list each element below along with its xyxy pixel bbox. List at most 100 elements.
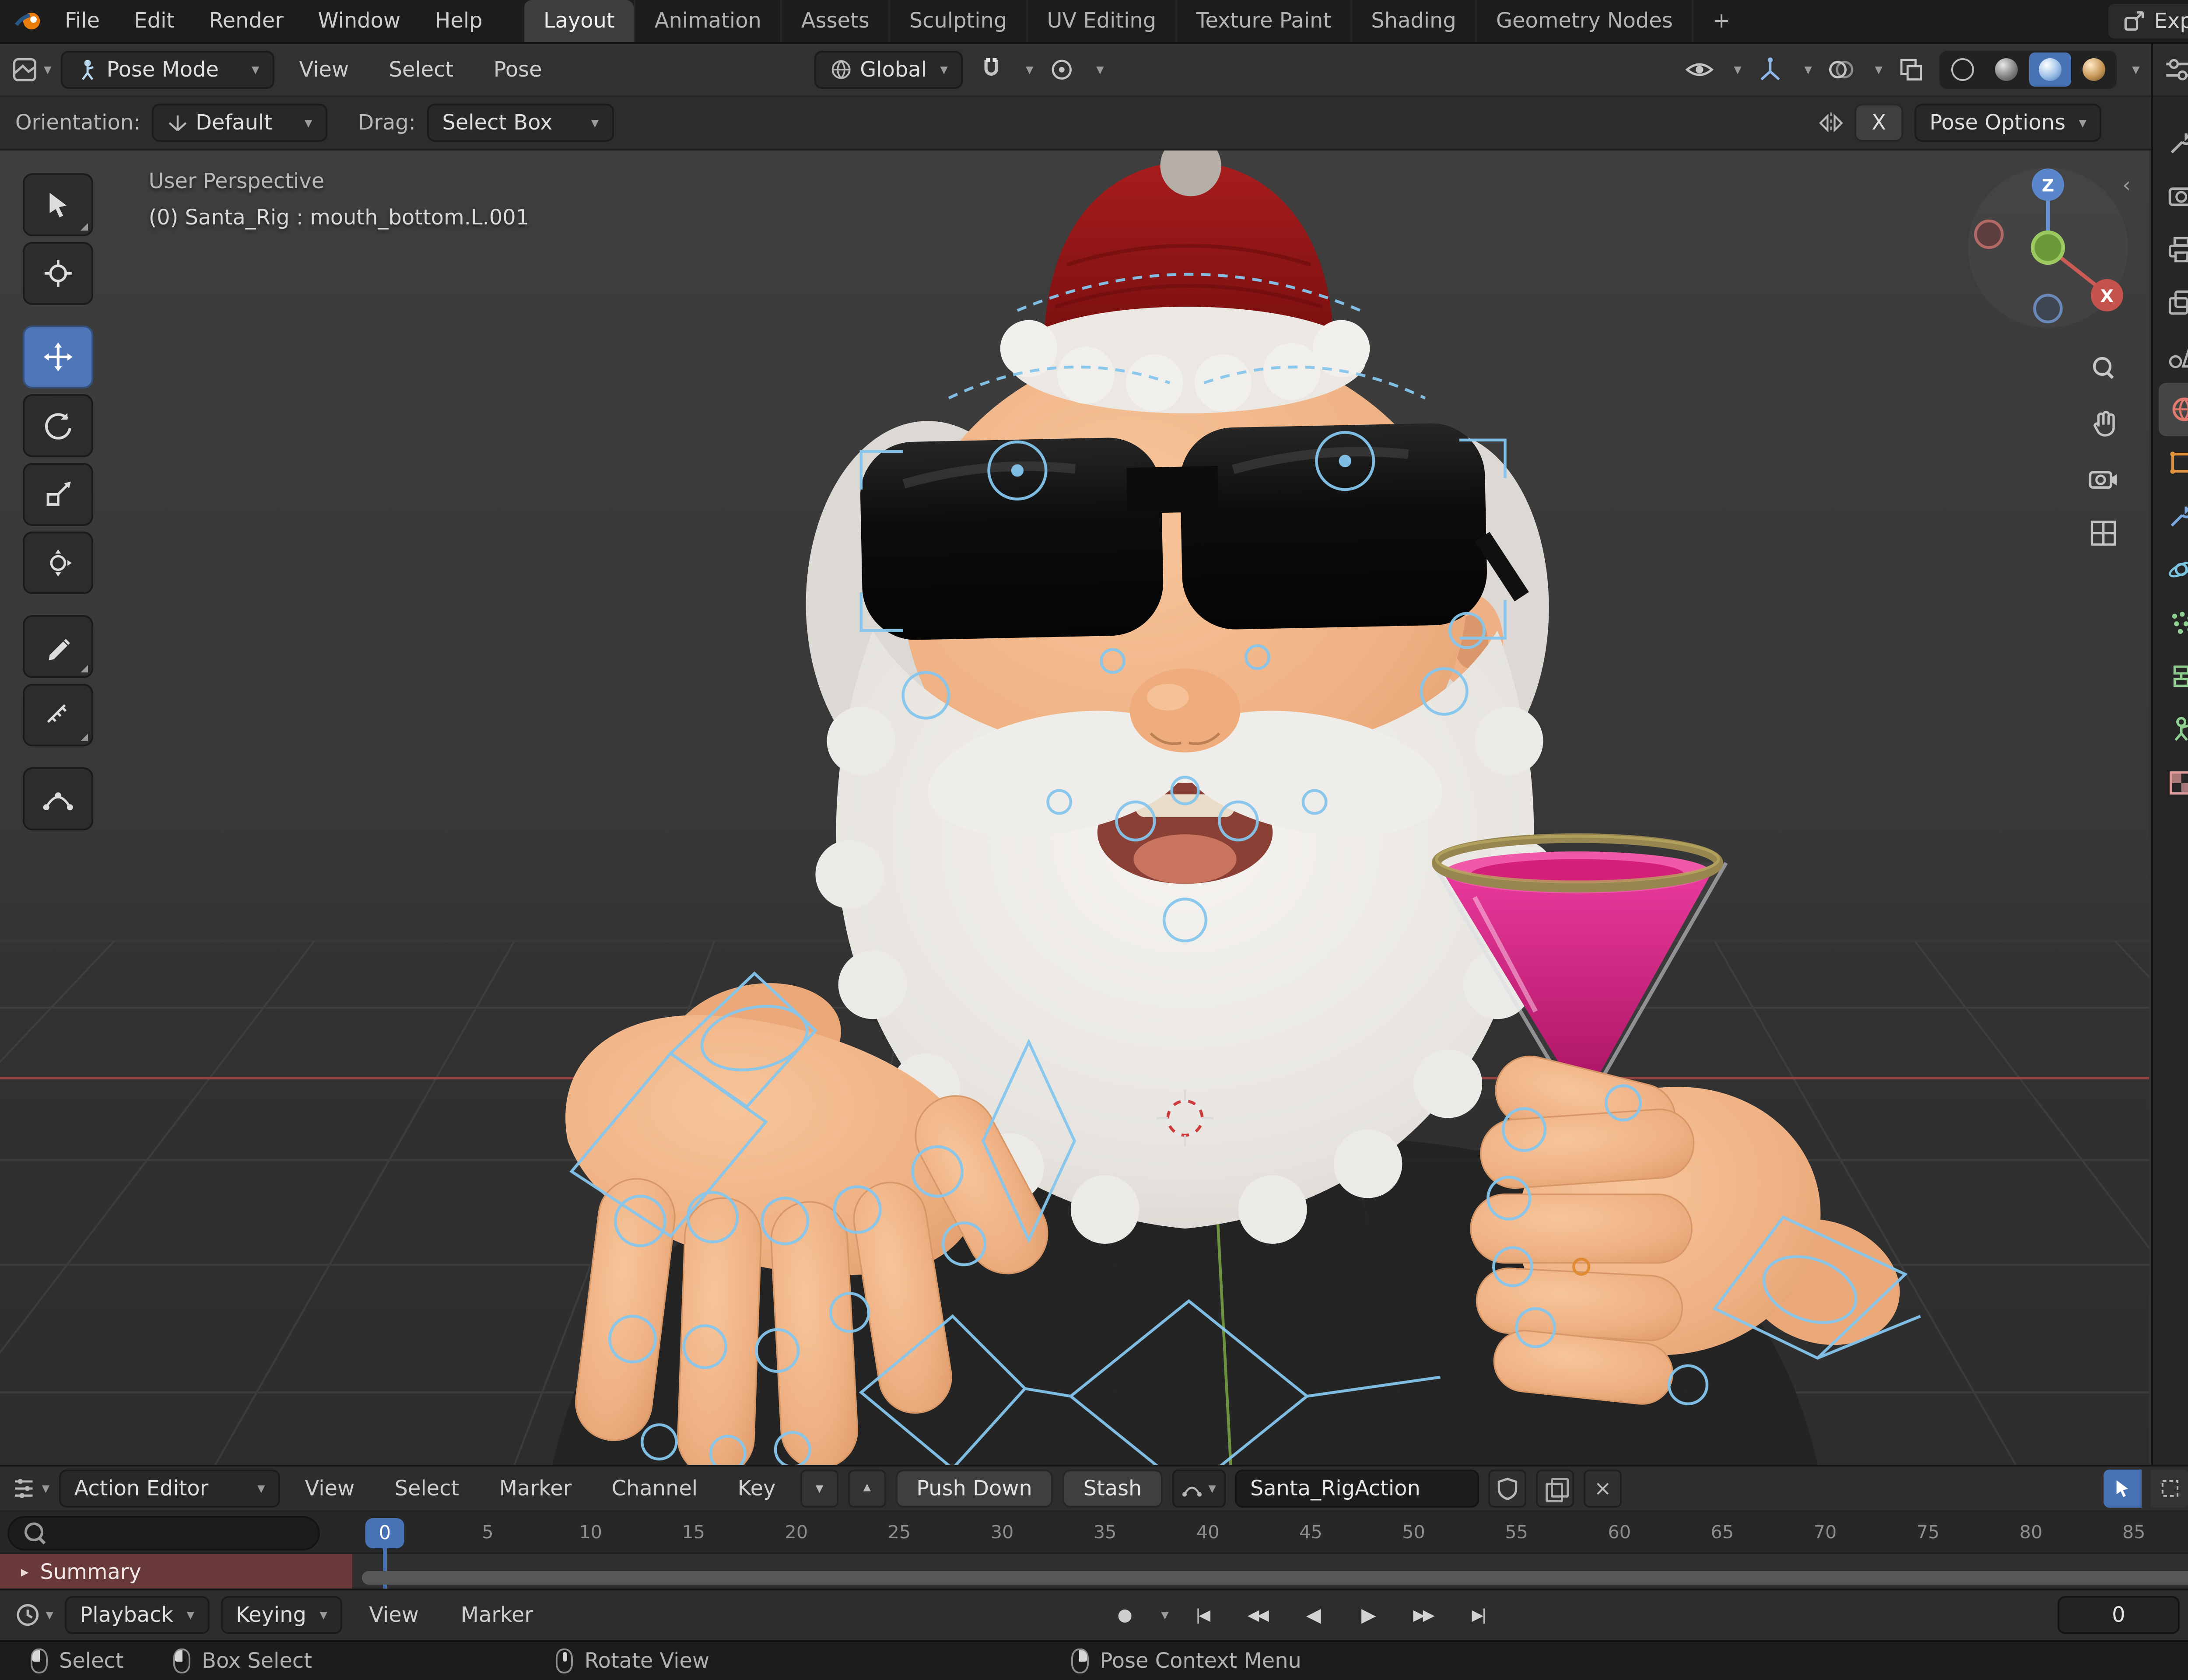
add-workspace-button[interactable]: + — [1692, 0, 1749, 42]
only-selected-toggle[interactable] — [2103, 1469, 2142, 1508]
drag-dropdown[interactable]: Select Box ▾ — [427, 104, 614, 142]
expand-icon[interactable]: ▸ — [21, 1564, 28, 1580]
shading-options-chevron[interactable]: ▾ — [2132, 62, 2139, 77]
tab-particles[interactable] — [2153, 596, 2188, 650]
unlink-action-button[interactable]: × — [1584, 1469, 1622, 1508]
shading-material-button[interactable] — [2029, 52, 2071, 87]
measure-tool[interactable] — [23, 683, 94, 747]
transform-orientation-dropdown[interactable]: Global ▾ — [814, 50, 963, 89]
chevron-down-icon[interactable]: ▾ — [1734, 62, 1741, 77]
gizmos-toggle[interactable] — [1751, 51, 1789, 89]
jump-to-end-button[interactable]: ▶| — [1456, 1596, 1500, 1634]
tab-object[interactable] — [2153, 436, 2188, 490]
proportional-options-chevron[interactable]: ▾ — [1096, 62, 1104, 77]
gizmo-z-axis[interactable]: Z — [2042, 176, 2054, 196]
shading-rendered-button[interactable] — [2073, 52, 2115, 87]
rotate-tool[interactable] — [23, 394, 94, 457]
overlays-toggle[interactable] — [1821, 51, 1859, 89]
timeline-editor-type-button[interactable]: ▾ — [15, 1596, 53, 1634]
menu-pose[interactable]: Pose — [478, 51, 558, 89]
jump-to-start-button[interactable]: |◀ — [1180, 1596, 1224, 1634]
menu-channel[interactable]: Channel — [596, 1470, 713, 1508]
timeline-ruler[interactable]: 5 10 15 20 25 30 35 40 45 50 55 60 65 70… — [0, 1512, 2188, 1554]
orthographic-toggle-button[interactable] — [2084, 514, 2122, 552]
dope-editor-type-button[interactable]: ▾ — [11, 1470, 49, 1508]
tab-object-data[interactable] — [2153, 703, 2188, 756]
camera-view-button[interactable] — [2084, 459, 2122, 497]
menu-select[interactable]: Select — [374, 51, 469, 89]
cursor-tool[interactable] — [23, 242, 94, 305]
shading-wireframe-button[interactable] — [1942, 52, 1984, 87]
play-button[interactable]: ▶ — [1346, 1596, 1390, 1634]
workspace-tab-layout[interactable]: Layout — [524, 0, 634, 42]
duplicate-action-button[interactable] — [1536, 1469, 1574, 1508]
channel-search-input[interactable] — [7, 1516, 320, 1550]
shading-solid-button[interactable] — [1985, 52, 2027, 87]
menu-edit[interactable]: Edit — [119, 4, 190, 38]
menu-view[interactable]: View — [354, 1596, 434, 1634]
workspace-tab-geometry-nodes[interactable]: Geometry Nodes — [1475, 0, 1692, 42]
move-channel-up-button[interactable]: ▾ — [848, 1469, 886, 1508]
menu-marker[interactable]: Marker — [484, 1470, 587, 1508]
stash-button[interactable]: Stash — [1062, 1469, 1163, 1508]
mode-dropdown[interactable]: Pose Mode ▾ — [61, 50, 274, 89]
workspace-tab-texture-paint[interactable]: Texture Paint — [1175, 0, 1350, 42]
tab-world[interactable] — [2158, 383, 2188, 436]
editor-type-button[interactable]: ▾ — [11, 51, 52, 89]
properties-editor-type-button[interactable]: ▾ — [2164, 51, 2188, 89]
next-keyframe-button[interactable]: ▶▶ — [1401, 1596, 1445, 1634]
pan-button[interactable] — [2084, 404, 2122, 442]
workspace-tab-assets[interactable]: Assets — [780, 0, 888, 42]
annotate-tool[interactable] — [23, 615, 94, 678]
playback-dropdown[interactable]: Playback ▾ — [65, 1596, 210, 1634]
zoom-button[interactable] — [2084, 349, 2122, 387]
menu-view[interactable]: View — [290, 1470, 370, 1508]
scale-tool[interactable] — [23, 462, 94, 526]
region-collapse-arrow[interactable]: ‹ — [2122, 173, 2131, 197]
auto-keying-toggle[interactable]: ● — [1106, 1596, 1144, 1634]
tab-texture[interactable] — [2153, 756, 2188, 809]
tab-render[interactable] — [2153, 169, 2188, 223]
menu-help[interactable]: Help — [420, 4, 498, 38]
chevron-down-icon[interactable]: ▾ — [1804, 62, 1812, 77]
keying-dropdown[interactable]: Keying ▾ — [221, 1596, 343, 1634]
summary-channel-row[interactable]: ▸ Summary — [0, 1554, 353, 1590]
pose-breakdowner-tool[interactable] — [23, 767, 94, 830]
menu-render[interactable]: Render — [194, 4, 299, 38]
xray-toggle[interactable] — [1892, 51, 1930, 89]
blender-logo-icon[interactable] — [11, 8, 46, 35]
tab-constraints[interactable] — [2153, 649, 2188, 703]
tab-output[interactable] — [2153, 223, 2188, 276]
workspace-tab-sculpting[interactable]: Sculpting — [888, 0, 1026, 42]
gizmo-x-axis[interactable]: X — [2100, 287, 2114, 306]
menu-key[interactable]: Key — [722, 1470, 791, 1508]
move-tool[interactable] — [23, 326, 94, 389]
action-name-field[interactable]: Santa_RigAction — [1235, 1469, 1479, 1508]
menu-view[interactable]: View — [284, 51, 364, 89]
snap-toggle[interactable] — [972, 51, 1010, 89]
menu-marker[interactable]: Marker — [445, 1596, 548, 1634]
visibility-toggle[interactable] — [1680, 51, 1718, 89]
play-reverse-button[interactable]: ◀ — [1290, 1596, 1334, 1634]
workspace-tab-uv-editing[interactable]: UV Editing — [1026, 0, 1175, 42]
action-fake-user-button[interactable] — [1488, 1469, 1527, 1508]
menu-window[interactable]: Window — [303, 4, 416, 38]
tab-view-layer[interactable] — [2153, 276, 2188, 329]
dope-sheet-body[interactable]: 5 10 15 20 25 30 35 40 45 50 55 60 65 70… — [0, 1512, 2188, 1590]
tab-physics[interactable] — [2153, 543, 2188, 596]
3d-viewport-canvas[interactable]: User Perspective (0) Santa_Rig : mouth_b… — [0, 150, 2151, 1465]
navigation-gizmo[interactable]: Z X — [1962, 162, 2134, 333]
move-channel-down-button[interactable]: ▾ — [800, 1469, 839, 1508]
transform-tool[interactable] — [23, 531, 94, 595]
menu-file[interactable]: File — [49, 4, 115, 38]
orientation-setting-dropdown[interactable]: Default ▾ — [152, 104, 327, 142]
export-button[interactable]: Export — [2107, 2, 2188, 40]
workspace-tab-shading[interactable]: Shading — [1350, 0, 1476, 42]
snap-options-chevron[interactable]: ▾ — [1026, 62, 1033, 77]
menu-select[interactable]: Select — [379, 1470, 474, 1508]
horizontal-scrollbar[interactable] — [362, 1571, 2188, 1585]
hide-channels-toggle[interactable] — [2151, 1469, 2188, 1508]
proportional-editing-toggle[interactable] — [1043, 51, 1081, 89]
previous-keyframe-button[interactable]: ◀◀ — [1235, 1596, 1279, 1634]
mirror-x-toggle[interactable]: X — [1855, 104, 1903, 142]
